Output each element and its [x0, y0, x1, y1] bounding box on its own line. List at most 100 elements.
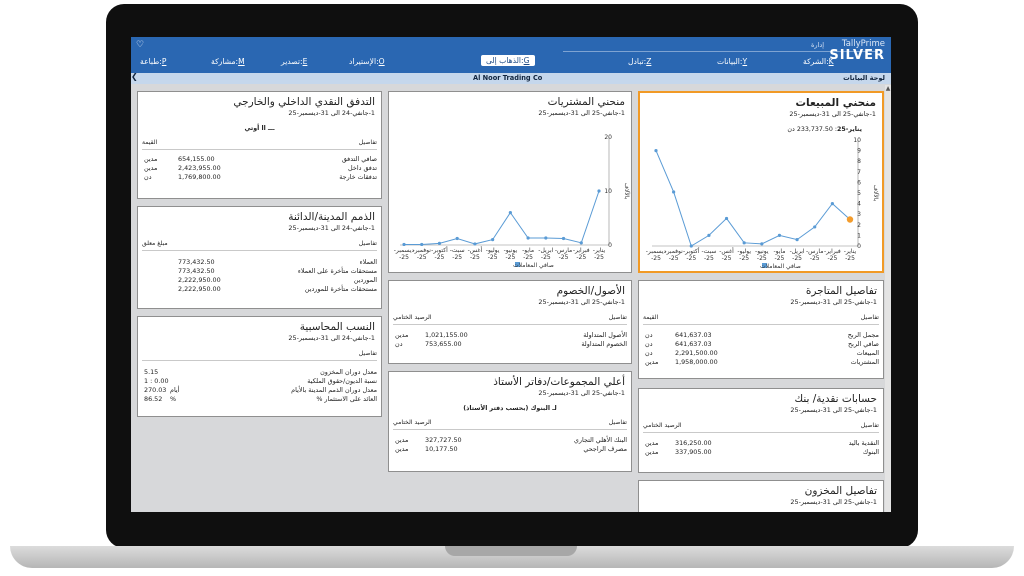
- tile-period: 1-جانفي-24 الى 31-ديسمبر-25: [288, 334, 375, 342]
- menu-label: الإستيراد: [349, 57, 377, 66]
- table-row[interactable]: مستحقات متأخرة على العملاء 773,432.50: [142, 267, 377, 275]
- x-tick-label-year: 25-: [541, 254, 551, 261]
- sales-chart-tile[interactable]: منحني المبيعات 1-جانفي-25 الى 31-ديسمبر-…: [638, 91, 884, 273]
- table-row[interactable]: تدفقات خارجة 1,769,800.00 دن: [142, 173, 377, 181]
- sales-line-chart: 012345678910بالآلافيناير-25-فبراير-25-ما…: [646, 137, 880, 270]
- row-label: تدفقات خارجة: [339, 173, 377, 181]
- menu-item-k[interactable]: K:الشركة: [803, 57, 834, 66]
- tile-period: 1-جانفي-24 الى 31-ديسمبر-25: [288, 109, 375, 117]
- y-tick-label: 6: [857, 179, 861, 186]
- col-particulars: تفاصيل: [358, 240, 377, 247]
- menu-shortcut-key: Y: [742, 57, 748, 66]
- menu-shortcut-key: K: [828, 57, 834, 66]
- table-row[interactable]: معدل دوران الذمم المدينة بالأيام 270.03 أي…: [142, 386, 377, 394]
- table-row[interactable]: نسبة الديون/حقوق الملكية 1 : 0.00: [142, 377, 377, 385]
- assets-liabilities-tile[interactable]: الأصول/الخصوم 1-جانفي-25 الى 31-ديسمبر-2…: [388, 280, 632, 364]
- menu-item-m[interactable]: M:مشاركة: [211, 57, 245, 66]
- tile-period: 1-جانفي-25 الى 31-ديسمبر-25: [538, 389, 625, 397]
- table-row[interactable]: مستحقات متأخرة للموردين 2,222,950.00: [142, 285, 377, 293]
- menu-shortcut-key: G: [523, 56, 530, 65]
- row-unit: مدين: [144, 155, 158, 163]
- x-tick-label-year: 25-: [757, 255, 767, 262]
- table-row[interactable]: المشتريات 1,958,000.00 مدين: [643, 358, 879, 366]
- tile-title: تفاصيل المخزون: [804, 485, 877, 497]
- tile-title: تفاصيل المتاجرة: [805, 285, 877, 297]
- data-point: [777, 233, 782, 237]
- col-value: الرصيد الختامي: [393, 314, 432, 321]
- y-tick-label: 20: [604, 134, 612, 141]
- receivables-payables-tile[interactable]: الذمم المدينة/الدائنة 1-جانفي-24 الى 31-…: [137, 206, 382, 309]
- menu-label: مشاركة: [211, 57, 236, 66]
- x-tick-label: يونيو-: [755, 248, 769, 255]
- header-separator: [643, 432, 879, 433]
- x-tick-label: سبت-: [450, 247, 465, 254]
- y-axis-label: بالآلاف: [872, 185, 880, 202]
- row-unit: دن: [395, 340, 403, 348]
- tile-period: 1-جانفي-25 الى 31-ديسمبر-25: [790, 298, 877, 306]
- top-groups-tile[interactable]: أعلي المجموعات/دفاتر الأستاذ 1-جانفي-25 …: [388, 371, 632, 472]
- purchase-chart-tile[interactable]: منحني المشتريات 1-جانفي-25 الى 31-ديسمبر…: [388, 91, 632, 273]
- table-row[interactable]: صافي الربح 641,637.03 دن: [643, 340, 879, 348]
- table-row[interactable]: الموردين 2,222,950.00: [142, 276, 377, 284]
- admin-label[interactable]: إدارة: [811, 41, 824, 49]
- x-tick-label-year: 25-: [775, 255, 785, 262]
- row-label: مصرف الراجحي: [583, 445, 627, 453]
- table-row[interactable]: معدل دوران المخزون 5.15: [142, 368, 377, 376]
- bell-icon[interactable]: ♡: [136, 40, 144, 50]
- table-row[interactable]: البنك الأهلي التجاري 327,727.50 مدين: [393, 436, 627, 444]
- y-tick-label: 8: [857, 158, 861, 165]
- menu-shortcut-key: O: [378, 57, 385, 66]
- table-row[interactable]: الأصول المتداولة 1,021,155.00 مدين: [393, 331, 627, 339]
- laptop-notch: [445, 546, 577, 556]
- menu-item-z[interactable]: Z:تبادل: [628, 57, 651, 66]
- row-label: المبيعات: [856, 349, 879, 357]
- table-row[interactable]: صافي التدفق 654,155.00 مدين: [142, 155, 377, 163]
- accounting-ratios-tile[interactable]: النسب المحاسبية 1-جانفي-24 الى 31-ديسمبر…: [137, 316, 382, 417]
- table-row[interactable]: العائد على الاستثمار % 86.52%: [142, 395, 377, 403]
- row-label: تدفق داخل: [348, 164, 377, 172]
- col-value: القيمة: [643, 314, 659, 321]
- data-point: [689, 244, 693, 248]
- menu-item-y[interactable]: Y:البيانات: [717, 57, 747, 66]
- y-axis-label: بالآلاف: [623, 183, 631, 200]
- menu-item-o[interactable]: O:الإستيراد: [349, 57, 385, 66]
- row-value: 1,769,800.00: [178, 173, 221, 181]
- menu-shortcut-key: E: [302, 57, 308, 66]
- row-label: معدل دوران المخزون: [320, 368, 377, 376]
- table-row[interactable]: البنوك 337,905.00 مدين: [643, 448, 879, 456]
- row-unit: دن: [144, 173, 152, 181]
- stock-details-tile[interactable]: تفاصيل المخزون 1-جانفي-25 الى 31-ديسمبر-…: [638, 480, 884, 512]
- scroll-up-icon[interactable]: ▲: [885, 85, 891, 92]
- row-label: البنك الأهلي التجاري: [573, 436, 627, 444]
- col-value: الرصيد الختامي: [643, 422, 682, 429]
- menu-item-g[interactable]: G:الذهاب إلى: [481, 55, 535, 66]
- x-tick-label-year: 25-: [669, 255, 679, 262]
- x-tick-label-year: 25-: [505, 254, 515, 261]
- table-row[interactable]: مصرف الراجحي 10,177.50 مدين: [393, 445, 627, 453]
- scrollbar[interactable]: [885, 85, 891, 512]
- x-tick-label: فبراير-: [573, 247, 590, 254]
- row-label: النقدية باليد: [848, 439, 879, 447]
- row-unit: مدين: [395, 331, 409, 339]
- back-icon[interactable]: ❮: [131, 72, 138, 81]
- menu-item-p[interactable]: P:طباعة: [140, 57, 166, 66]
- table-row[interactable]: المبيعات 2,291,500.00 دن: [643, 349, 879, 357]
- table-row[interactable]: تدفق داخل 2,423,955.00 مدين: [142, 164, 377, 172]
- data-point: [813, 225, 817, 229]
- col-value: القيمة: [142, 139, 158, 146]
- table-row[interactable]: النقدية باليد 316,250.00 مدين: [643, 439, 879, 447]
- x-tick-label-year: 25-: [576, 254, 586, 261]
- x-tick-label: يونيو-: [504, 247, 518, 254]
- cash-bank-tile[interactable]: حسابات نقدية/ بنك 1-جانفي-25 الى 31-ديسم…: [638, 388, 884, 473]
- table-row[interactable]: العملاء 773,432.50: [142, 258, 377, 266]
- row-unit: %: [170, 395, 177, 403]
- trading-details-tile[interactable]: تفاصيل المتاجرة 1-جانفي-25 الى 31-ديسمبر…: [638, 280, 884, 379]
- table-row[interactable]: الخصوم المتداولة 753,655.00 دن: [393, 340, 627, 348]
- row-unit: مدين: [395, 445, 409, 453]
- menu-item-e[interactable]: E:تصدير: [281, 57, 307, 66]
- sub-bar: ❮ Al Noor Trading Co لوحة البيانات: [131, 72, 891, 84]
- cash-flow-tile[interactable]: التدفق النقدي الداخلي والخارجي 1-جانفي-2…: [137, 91, 382, 199]
- x-tick-label-year: 25-: [792, 255, 802, 262]
- table-row[interactable]: مجمل الربح 641,637.03 دن: [643, 331, 879, 339]
- row-unit: دن: [645, 331, 653, 339]
